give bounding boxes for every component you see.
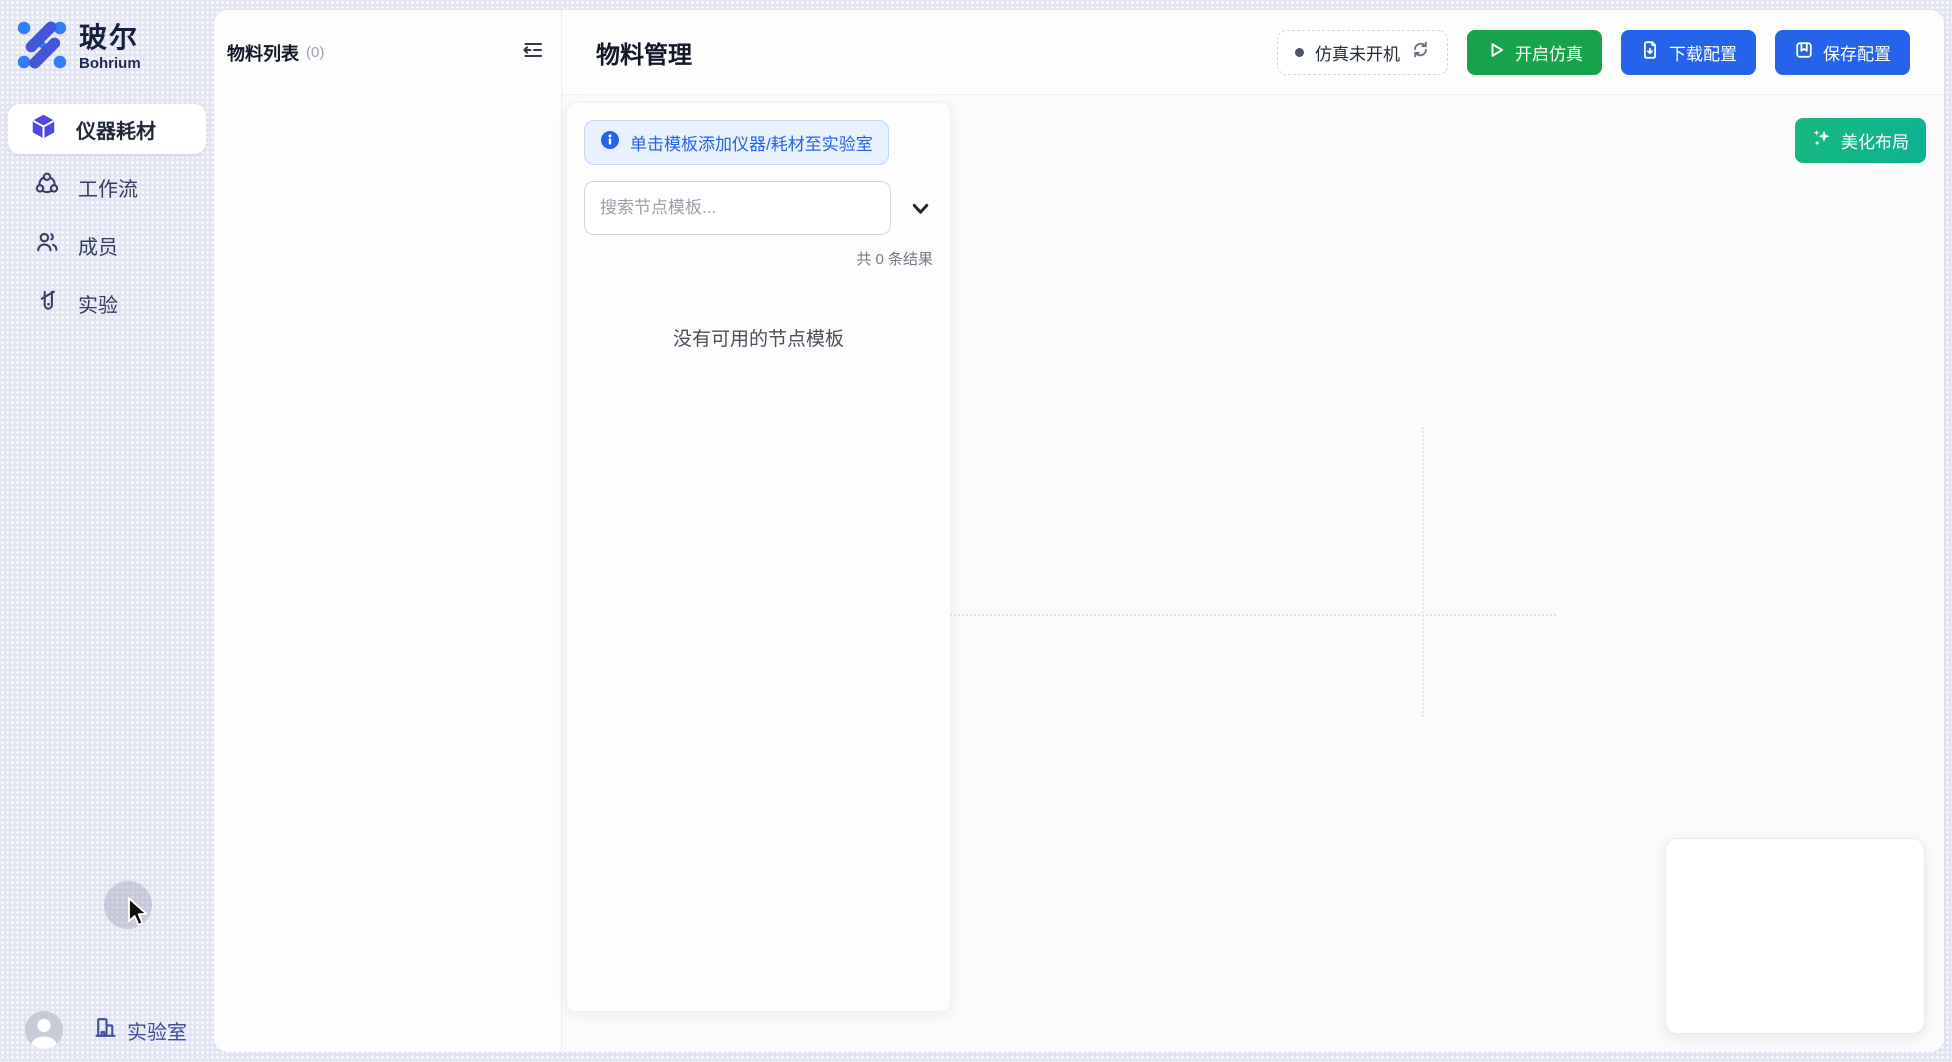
refresh-icon[interactable] — [1411, 40, 1430, 64]
bohrium-logo-icon — [16, 19, 68, 76]
sidebar-item-label: 仪器耗材 — [76, 115, 156, 144]
brand-text: 玻尔 Bohrium — [79, 23, 141, 73]
material-list-title: 物料列表 — [227, 40, 299, 66]
sidebar-item-label: 实验 — [78, 289, 118, 318]
info-icon — [600, 130, 620, 155]
template-search-row — [584, 181, 933, 235]
file-download-icon — [1640, 40, 1660, 65]
simulation-status-pill[interactable]: 仿真未开机 — [1277, 30, 1448, 75]
download-config-button[interactable]: 下载配置 — [1621, 30, 1756, 75]
workflow-icon — [35, 172, 59, 202]
start-simulation-label: 开启仿真 — [1515, 40, 1583, 65]
template-hint-banner: 单击模板添加仪器/耗材至实验室 — [584, 120, 889, 165]
search-input[interactable] — [584, 181, 891, 235]
brand: 玻尔 Bohrium — [16, 19, 214, 76]
sidebar-item-instruments[interactable]: 仪器耗材 — [8, 104, 206, 154]
building-icon — [93, 1015, 118, 1046]
lab-switcher[interactable]: 实验室 — [93, 1015, 187, 1046]
sidebar-item-members[interactable]: 成员 — [8, 220, 206, 270]
canvas-guide-vertical — [1422, 427, 1424, 717]
sidebar-footer: 实验室 — [25, 1011, 187, 1049]
minimap[interactable] — [1665, 838, 1925, 1034]
status-label: 仿真未开机 — [1315, 40, 1400, 65]
main-panel: 物料管理 仿真未开机 — [561, 10, 1944, 1052]
template-hint-text: 单击模板添加仪器/耗材至实验室 — [630, 130, 873, 155]
sidebar-nav: 仪器耗材 工作流 — [0, 104, 214, 328]
experiment-icon — [35, 288, 59, 318]
content-card: 物料列表 (0) 物料管理 — [214, 10, 1944, 1052]
sidebar-item-label: 工作流 — [78, 173, 138, 202]
collapse-panel-button[interactable] — [518, 38, 548, 68]
start-simulation-button[interactable]: 开启仿真 — [1467, 30, 1602, 75]
status-dot — [1295, 48, 1304, 57]
brand-name-en: Bohrium — [79, 55, 141, 72]
sidebar-item-workflow[interactable]: 工作流 — [8, 162, 206, 212]
canvas-guide-horizontal — [950, 614, 1556, 616]
sidebar-item-experiments[interactable]: 实验 — [8, 278, 206, 328]
lab-label: 实验室 — [127, 1016, 187, 1045]
material-list-count: (0) — [306, 44, 324, 61]
members-icon — [35, 230, 59, 260]
download-config-label: 下载配置 — [1669, 40, 1737, 65]
empty-template-message: 没有可用的节点模板 — [584, 324, 933, 351]
sidebar-item-label: 成员 — [78, 231, 118, 260]
avatar[interactable] — [25, 1011, 63, 1049]
collapse-panel-icon — [521, 38, 545, 67]
main-header: 物料管理 仿真未开机 — [562, 10, 1944, 95]
save-config-button[interactable]: 保存配置 — [1775, 30, 1910, 75]
chevron-down-icon[interactable] — [907, 195, 933, 221]
flow-canvas[interactable]: 单击模板添加仪器/耗材至实验室 共 0 条结果 没有可用的节点模板 — [562, 95, 1944, 1052]
result-count: 共 0 条结果 — [584, 248, 933, 269]
save-config-label: 保存配置 — [1823, 40, 1891, 65]
play-icon — [1486, 40, 1506, 65]
material-list-header: 物料列表 (0) — [214, 10, 561, 95]
beautify-layout-button[interactable]: 美化布局 — [1795, 118, 1926, 163]
save-icon — [1794, 40, 1814, 65]
brand-name-cn: 玻尔 — [79, 23, 141, 54]
cube-icon — [31, 114, 56, 145]
page-title: 物料管理 — [596, 35, 692, 70]
beautify-layout-label: 美化布局 — [1841, 128, 1909, 153]
sparkles-icon — [1812, 128, 1832, 153]
sidebar: 玻尔 Bohrium 仪器耗材 — [0, 0, 214, 1062]
app-root: 玻尔 Bohrium 仪器耗材 — [0, 0, 1952, 1062]
node-template-panel: 单击模板添加仪器/耗材至实验室 共 0 条结果 没有可用的节点模板 — [566, 102, 951, 1012]
material-list-panel: 物料列表 (0) — [214, 10, 561, 1052]
